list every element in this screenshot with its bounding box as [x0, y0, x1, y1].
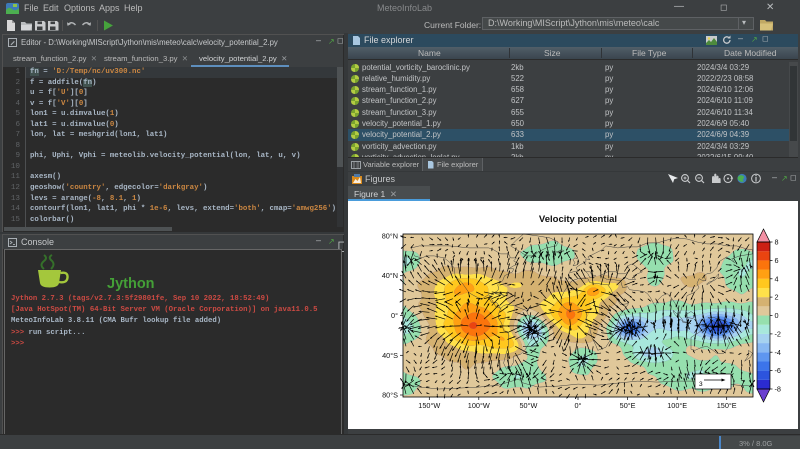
svg-text:2: 2 — [775, 293, 779, 302]
svg-text:80°N: 80°N — [382, 232, 398, 241]
svg-text:40°N: 40°N — [382, 271, 398, 280]
svg-text:8: 8 — [775, 238, 779, 247]
svg-text:100°W: 100°W — [468, 401, 490, 410]
svg-text:40°S: 40°S — [382, 351, 398, 360]
svg-text:100°E: 100°E — [667, 401, 687, 410]
svg-text:-6: -6 — [775, 366, 782, 375]
svg-text:-8: -8 — [775, 385, 782, 394]
svg-text:4: 4 — [775, 274, 779, 283]
svg-text:0°: 0° — [575, 401, 582, 410]
svg-text:6: 6 — [775, 256, 779, 265]
svg-text:0°: 0° — [391, 311, 398, 320]
svg-text:Velocity potential: Velocity potential — [539, 214, 617, 225]
svg-text:50°E: 50°E — [620, 401, 636, 410]
svg-text:50°W: 50°W — [519, 401, 537, 410]
svg-text:150°W: 150°W — [418, 401, 440, 410]
svg-text:150°E: 150°E — [717, 401, 737, 410]
svg-text:-4: -4 — [775, 348, 782, 357]
svg-text:0: 0 — [775, 311, 779, 320]
svg-text:80°S: 80°S — [382, 391, 398, 400]
svg-text:3: 3 — [699, 381, 703, 388]
svg-text:Jython: Jython — [107, 276, 155, 292]
svg-text:-2: -2 — [775, 330, 782, 339]
